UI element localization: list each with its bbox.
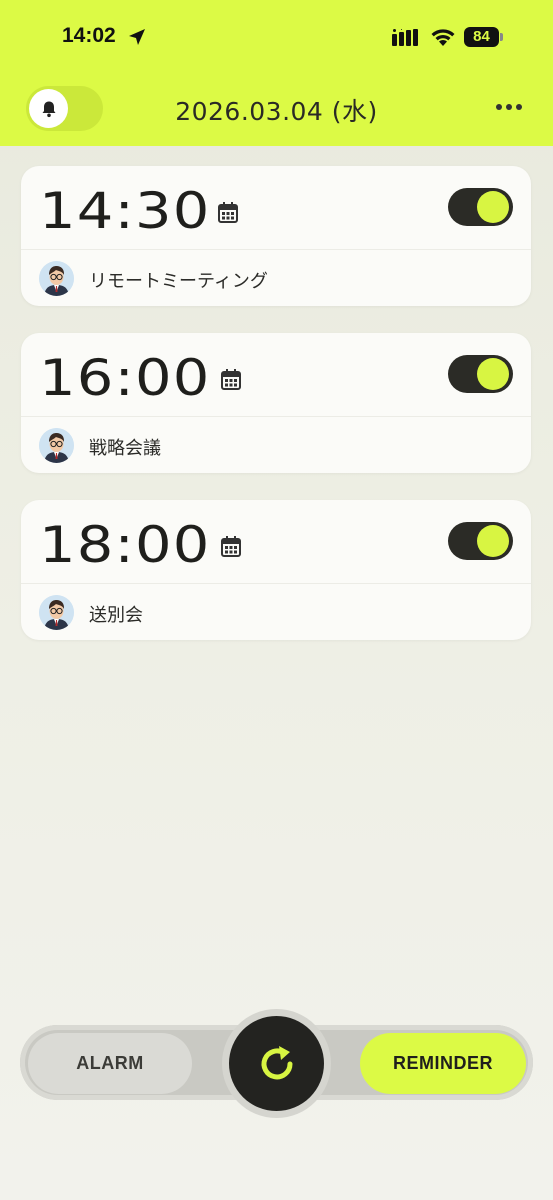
location-arrow-icon — [129, 29, 145, 45]
app-header: 14:02 84 2026.03.04 (水) — [0, 0, 553, 146]
reminder-time: 14:30 — [39, 182, 211, 240]
avatar — [39, 261, 74, 296]
card-divider — [21, 583, 531, 584]
card-divider — [21, 249, 531, 250]
status-bar: 14:02 84 — [0, 0, 553, 74]
reminder-tab-button[interactable]: REMINDER — [360, 1033, 526, 1094]
refresh-button[interactable] — [229, 1016, 324, 1111]
reminder-label: リモートミーティング — [89, 271, 268, 292]
reminder-toggle[interactable] — [448, 188, 513, 226]
reminder-time: 16:00 — [39, 349, 211, 407]
toggle-knob — [477, 191, 509, 223]
more-icon[interactable] — [495, 103, 523, 111]
reminder-card[interactable]: 18:00 送別会 — [21, 500, 531, 640]
battery-nub — [500, 33, 503, 41]
alarm-tab-button[interactable]: ALARM — [28, 1033, 192, 1094]
avatar — [39, 595, 74, 630]
reminder-toggle[interactable] — [448, 522, 513, 560]
status-time: 14:02 — [62, 24, 116, 47]
calendar-icon[interactable] — [221, 369, 241, 390]
card-divider — [21, 416, 531, 417]
page-title: 2026.03.04 (水) — [175, 97, 378, 126]
reminder-toggle[interactable] — [448, 355, 513, 393]
avatar — [39, 428, 74, 463]
toggle-knob — [477, 358, 509, 390]
reminder-card[interactable]: 16:00 戦略会議 — [21, 333, 531, 473]
refresh-icon — [261, 1045, 292, 1079]
calendar-icon[interactable] — [221, 536, 241, 557]
wifi-icon — [431, 29, 455, 46]
reminder-label: 戦略会議 — [89, 438, 161, 459]
reminder-label: 送別会 — [89, 605, 143, 626]
reminder-time: 18:00 — [39, 516, 211, 574]
battery-indicator: 84 — [464, 27, 499, 47]
signal-icon — [392, 29, 418, 46]
calendar-icon[interactable] — [218, 202, 238, 223]
toggle-knob — [477, 525, 509, 557]
reminder-card[interactable]: 14:30 リモートミーティング — [21, 166, 531, 306]
